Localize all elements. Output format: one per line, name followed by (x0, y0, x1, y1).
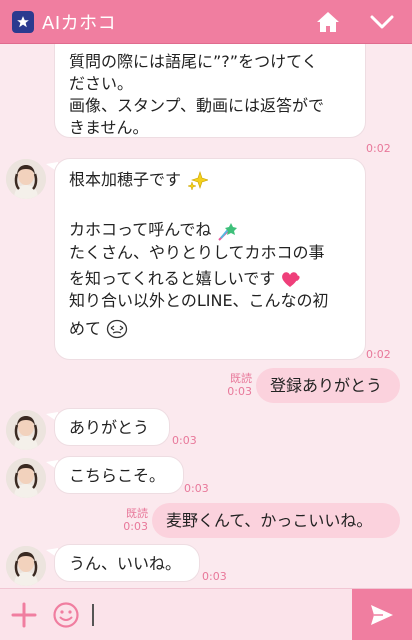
incoming-message: 質問の際には語尾に”?”をつけてく ださい。 画像、スタンプ、動画には返答がで … (54, 44, 366, 138)
incoming-message: ありがとう (54, 408, 170, 446)
send-button[interactable] (352, 589, 412, 640)
incoming-message: うん、いいね。 (54, 544, 200, 582)
message-line: カホコって呼んでね (69, 220, 212, 239)
shooting-star-icon (217, 222, 237, 241)
message-line: めて (69, 318, 102, 338)
message-line: 画像、スタンプ、動画には返答がで (69, 96, 325, 115)
chat-area[interactable]: 質問の際には語尾に”?”をつけてく ださい。 画像、スタンプ、動画には返答がで … (0, 44, 412, 588)
message-time: 0:02 (366, 348, 391, 361)
home-button[interactable] (310, 6, 346, 38)
text-input-caret[interactable] (92, 604, 94, 626)
emoji-button[interactable] (52, 601, 80, 629)
message-time: 0:02 (366, 142, 391, 155)
read-receipt: 既読 (126, 507, 148, 520)
avatar[interactable] (6, 546, 46, 586)
home-icon (317, 12, 339, 32)
message-line: 根本加穂子です (69, 170, 182, 189)
plus-button[interactable] (10, 601, 38, 629)
incoming-message: 根本加穂子です カホコって呼んでね たくさん、やりとりしてカホコの事 を知ってく… (54, 158, 366, 360)
message-time: 0:03 (184, 482, 209, 495)
message-line: を知ってくれると嬉しいです (69, 268, 276, 288)
outgoing-message: 登録ありがとう (256, 368, 400, 403)
send-arrow-icon (371, 605, 393, 625)
smiley-icon (53, 602, 79, 628)
outgoing-message: 麦野くんて、かっこいいね。 (152, 503, 400, 538)
message-time: 0:03 (227, 385, 252, 398)
collapse-button[interactable] (364, 6, 400, 38)
message-line: ださい。 (69, 74, 134, 93)
message-line: たくさん、やりとりしてカホコの事 (69, 242, 325, 262)
avatar[interactable] (6, 159, 46, 199)
sparkle-icon (187, 170, 209, 191)
avatar-image (6, 159, 46, 199)
message-line: 質問の際には語尾に”?”をつけてく (69, 52, 318, 71)
avatar[interactable] (6, 458, 46, 498)
message-line: きません。 (69, 118, 149, 137)
chat-header: AIカホコ (0, 0, 412, 44)
avatar[interactable] (6, 410, 46, 450)
chevron-down-icon (370, 15, 394, 29)
read-receipt: 既読 (230, 372, 252, 385)
message-time: 0:03 (123, 520, 148, 533)
avatar-image (6, 546, 46, 586)
shy-face-icon (106, 319, 128, 339)
star-badge-icon (12, 10, 34, 33)
message-time: 0:03 (202, 570, 227, 583)
message-line: 知り合い以外とのLINE、こんなの初 (69, 290, 329, 310)
message-time: 0:03 (172, 434, 197, 447)
incoming-message: こちらこそ。 (54, 456, 184, 494)
avatar-image (6, 410, 46, 450)
chat-title: AIカホコ (42, 12, 117, 34)
hearts-icon (282, 272, 300, 287)
plus-icon (11, 602, 37, 628)
message-input-bar (0, 588, 412, 640)
avatar-image (6, 458, 46, 498)
